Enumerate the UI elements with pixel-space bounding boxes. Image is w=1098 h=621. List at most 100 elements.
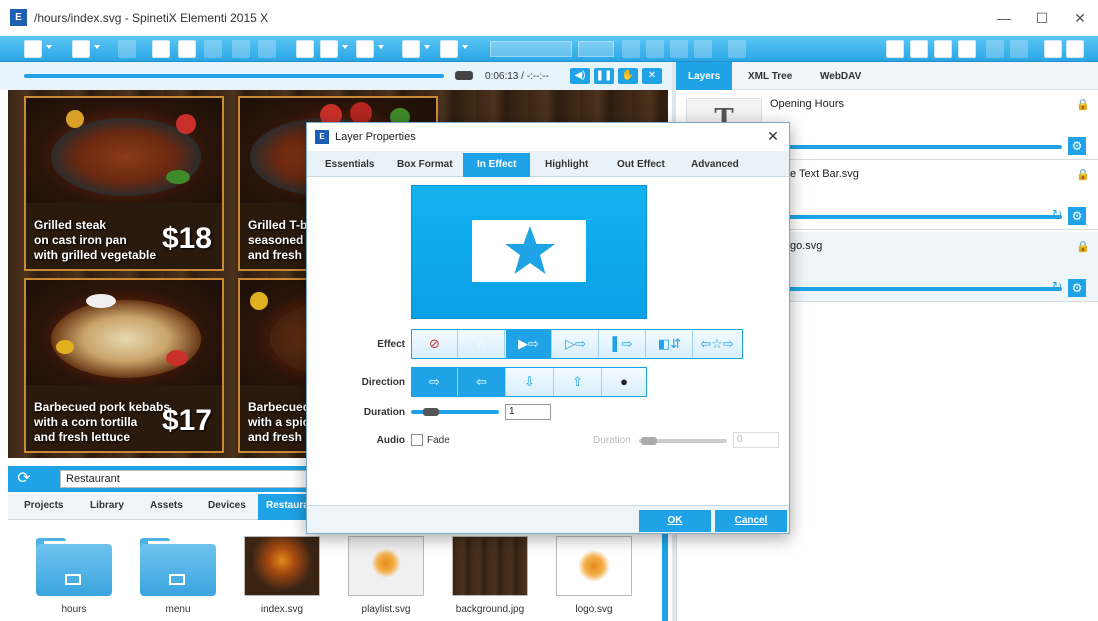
folder-item[interactable]: hours [32,536,116,615]
duration-slider-thumb[interactable] [423,408,439,416]
shape-icon[interactable] [320,40,338,58]
tab-projects[interactable]: Projects [24,500,63,511]
layer-up-icon[interactable] [986,40,1004,58]
undo-icon[interactable] [232,40,250,58]
redo-icon[interactable] [258,40,276,58]
effect-slide-button[interactable]: ▶⇨ [506,330,552,358]
bold-icon[interactable] [622,40,640,58]
tab-box-format[interactable]: Box Format [397,159,453,170]
cancel-button[interactable]: Cancel [715,510,787,532]
tab-library[interactable]: Library [90,500,124,511]
tab-in-effect[interactable]: In Effect [463,153,531,177]
direction-center-button[interactable]: ● [602,368,646,396]
add-text-layer-icon[interactable] [910,40,928,58]
gear-icon[interactable]: ⚙ [1068,207,1086,225]
volume-icon[interactable]: ◀) [570,68,590,84]
secondary-duration-input[interactable]: 0 [733,432,779,448]
refresh-icon[interactable]: ⟳ [14,469,34,489]
chevron-down-icon[interactable] [342,45,348,49]
file-item[interactable]: playlist.svg [344,536,428,615]
chevron-down-icon[interactable] [424,45,430,49]
copy-icon[interactable] [178,40,196,58]
tab-highlight[interactable]: Highlight [545,159,588,170]
fill-icon[interactable] [402,40,420,58]
seek-track[interactable] [24,74,444,78]
folder-item[interactable]: menu [136,536,220,615]
menu-item-card[interactable]: Grilled steak on cast iron pan with gril… [24,96,224,271]
save-icon[interactable] [118,40,136,58]
file-browser-scrollbar[interactable] [662,520,668,621]
effect-push-button[interactable]: ▌⇨ [600,330,646,358]
tab-xml-tree[interactable]: XML Tree [748,71,792,82]
stop-icon[interactable]: ✕ [642,68,662,84]
effect-wipe-button[interactable]: ▷⇨ [553,330,599,358]
chevron-down-icon[interactable] [46,45,52,49]
layer-delete-icon[interactable] [886,40,904,58]
layer-down-icon[interactable] [1010,40,1028,58]
effect-none-button[interactable]: ⊘ [412,330,458,358]
chevron-down-icon[interactable] [94,45,100,49]
menu-item-card[interactable]: Barbecued pork kebabs with a corn tortil… [24,278,224,453]
chevron-down-icon[interactable] [462,45,468,49]
tab-assets[interactable]: Assets [150,500,183,511]
effect-fade-button[interactable]: ☆ [459,330,505,358]
close-window-button[interactable]: ✕ [1070,8,1090,28]
italic-icon[interactable] [646,40,664,58]
maximize-button[interactable]: ☐ [1032,8,1052,28]
tab-essentials[interactable]: Essentials [325,159,374,170]
tab-out-effect[interactable]: Out Effect [617,159,665,170]
stroke-icon[interactable] [440,40,458,58]
loop-icon[interactable]: ↻ [1052,207,1062,221]
right-panel-tabs: Layers XML Tree WebDAV [676,62,1098,90]
tab-devices[interactable]: Devices [208,500,246,511]
chevron-down-icon[interactable] [378,45,384,49]
text-align-icon[interactable] [694,40,712,58]
tab-advanced[interactable]: Advanced [691,159,739,170]
close-icon[interactable]: ✕ [765,128,781,144]
cut-icon[interactable] [152,40,170,58]
add-media-icon[interactable] [958,40,976,58]
file-item[interactable]: index.svg [240,536,324,615]
layer-timeline-bar[interactable] [776,145,1062,149]
new-document-icon[interactable] [72,40,90,58]
pause-icon[interactable]: ❚❚ [594,68,614,84]
layer-timeline-bar[interactable] [776,215,1062,219]
tab-webdav[interactable]: WebDAV [820,71,861,82]
distribute-icon[interactable] [356,40,374,58]
duration-input[interactable]: 1 [505,404,551,420]
hand-icon[interactable]: ✋ [618,68,638,84]
lock-icon[interactable]: 🔒 [1076,240,1090,253]
direction-down-button[interactable]: ⇩ [506,368,554,396]
layer-timeline-bar[interactable] [776,287,1062,291]
menu-icon[interactable] [24,40,42,58]
align-icon[interactable] [296,40,314,58]
page-icon[interactable] [1044,40,1062,58]
lock-icon[interactable]: 🔒 [1076,98,1090,111]
fade-checkbox[interactable] [411,434,423,446]
file-item[interactable]: background.jpg [448,536,532,615]
effect-zoom-button[interactable]: ⇦☆⇨ [694,330,740,358]
paste-icon[interactable] [204,40,222,58]
ok-button[interactable]: OK [639,510,711,532]
page-settings-icon[interactable] [1066,40,1084,58]
direction-right-button[interactable]: ⇨ [412,368,458,396]
seek-thumb[interactable] [455,71,473,80]
font-family-select[interactable] [490,41,572,57]
direction-up-button[interactable]: ⇧ [554,368,602,396]
gear-icon[interactable]: ⚙ [1068,279,1086,297]
file-item[interactable]: logo.svg [552,536,636,615]
underline-icon[interactable] [670,40,688,58]
dialog-tabs: Essentials Box Format In Effect Highligh… [307,151,789,177]
file-name: hours [61,604,87,615]
minimize-button[interactable]: — [994,8,1014,28]
effect-split-button[interactable]: ◧⇵ [647,330,693,358]
add-layer-icon[interactable] [934,40,952,58]
tab-layers[interactable]: Layers [676,62,733,90]
direction-left-button[interactable]: ⇦ [458,368,506,396]
loop-icon[interactable]: ↻ [1052,279,1062,293]
gear-icon[interactable]: ⚙ [1068,137,1086,155]
font-size-select[interactable] [578,41,614,57]
secondary-duration-slider-thumb[interactable] [641,437,657,445]
lock-icon[interactable]: 🔒 [1076,168,1090,181]
list-icon[interactable] [728,40,746,58]
